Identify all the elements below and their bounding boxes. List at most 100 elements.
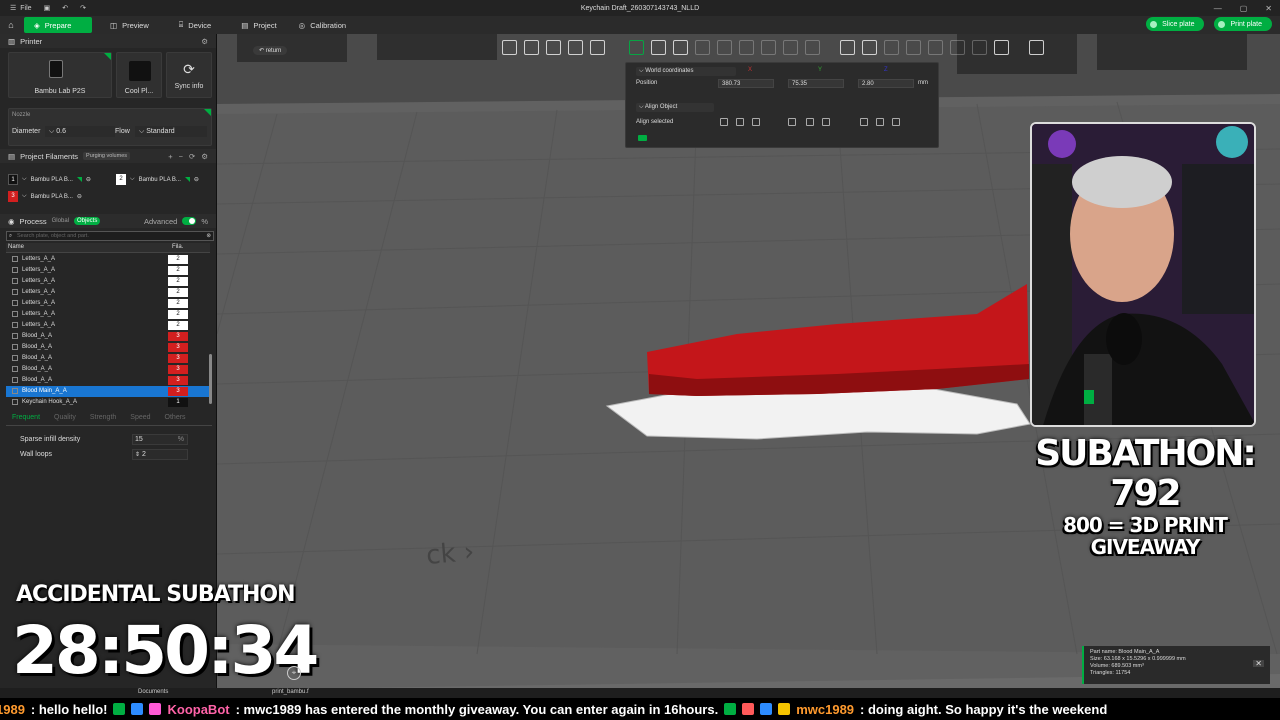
plate-card[interactable]: Cool Pl... xyxy=(116,52,162,98)
tab-prepare[interactable]: ◈ Prepare xyxy=(24,17,92,33)
object-list-row[interactable]: Letters_A_A 2 xyxy=(6,320,210,331)
distribute-center-icon[interactable] xyxy=(876,118,884,126)
object-list-row[interactable]: Blood_A_A 3 xyxy=(6,342,210,353)
diameter-select[interactable]: ⌵ 0.6 xyxy=(45,126,115,137)
slice-plate-button[interactable]: Slice plate xyxy=(1146,17,1205,31)
split-icon[interactable] xyxy=(950,39,965,55)
filament-badge[interactable]: 2 xyxy=(168,277,188,286)
filament-badge[interactable]: 2 xyxy=(168,255,188,264)
sparse-infill-input[interactable]: 15 % xyxy=(132,434,188,445)
paint-icon[interactable] xyxy=(840,39,855,55)
align-center-h-icon[interactable] xyxy=(736,118,744,126)
filament-badge[interactable]: 2 xyxy=(168,299,188,308)
objects-toggle[interactable]: Objects xyxy=(73,217,101,225)
tab-calibration[interactable]: ◎ Calibration xyxy=(289,17,356,33)
variable-layer-icon[interactable] xyxy=(972,39,987,55)
clear-search-icon[interactable]: ⊗ xyxy=(206,232,211,241)
layers-icon[interactable] xyxy=(590,39,605,55)
support-icon[interactable] xyxy=(739,39,754,55)
edit-icon[interactable] xyxy=(184,177,190,182)
minimize-icon[interactable]: — xyxy=(1214,4,1222,13)
text-icon[interactable] xyxy=(862,39,877,55)
cut-icon[interactable] xyxy=(695,39,710,55)
object-list-row[interactable]: Letters_A_A 2 xyxy=(6,298,210,309)
save-icon[interactable]: ▣ xyxy=(44,4,51,12)
sync-info-button[interactable]: ⟳ Sync info xyxy=(166,52,212,98)
tab-speed[interactable]: Speed xyxy=(130,414,150,424)
filament-badge[interactable]: 3 xyxy=(168,365,188,374)
filament-badge[interactable]: 2 xyxy=(168,288,188,297)
remove-filament-icon[interactable]: ⊖ xyxy=(77,193,82,200)
edit-icon[interactable] xyxy=(76,177,82,182)
filament-badge[interactable]: 3 xyxy=(168,376,188,385)
lay-flat-icon[interactable] xyxy=(717,39,732,55)
remove-filament-icon[interactable]: ⊖ xyxy=(86,176,91,183)
position-x-input[interactable]: 380.73 xyxy=(718,79,774,88)
arrange-icon[interactable] xyxy=(568,39,583,55)
purging-volumes-button[interactable]: Purging volumes xyxy=(83,152,130,160)
rotate-icon[interactable] xyxy=(651,39,666,55)
mesh-boolean-icon[interactable] xyxy=(805,39,820,55)
assembly-icon[interactable] xyxy=(928,39,943,55)
seam-icon[interactable] xyxy=(761,39,776,55)
return-button[interactable]: ↶ return xyxy=(253,46,288,55)
tab-strength[interactable]: Strength xyxy=(90,414,116,424)
compare-icon[interactable]: % xyxy=(201,217,208,226)
world-coords-dropdown[interactable]: ⌵ World coordinates xyxy=(636,67,736,76)
global-toggle[interactable]: Global xyxy=(52,218,69,224)
close-icon[interactable]: ✕ xyxy=(1265,4,1272,13)
distribute-h-icon[interactable] xyxy=(860,118,868,126)
object-list-row[interactable]: Letters_A_A 2 xyxy=(6,265,210,276)
tab-device[interactable]: ⌸ Device xyxy=(169,17,221,33)
home-icon[interactable]: ⌂ xyxy=(0,20,22,30)
measure-icon[interactable] xyxy=(994,39,1009,55)
maximize-icon[interactable]: ▢ xyxy=(1240,4,1248,13)
object-list-row[interactable]: Blood Main_A_A 3 xyxy=(6,386,210,397)
align-center-v-icon[interactable] xyxy=(806,118,814,126)
align-right-icon[interactable] xyxy=(752,118,760,126)
align-object-dropdown[interactable]: ⌵ Align Object xyxy=(636,103,714,112)
align-top-icon[interactable] xyxy=(788,118,796,126)
remove-filament-icon[interactable]: ⊖ xyxy=(194,176,199,183)
filament-badge[interactable]: 2 xyxy=(168,321,188,330)
remove-icon[interactable]: − xyxy=(179,152,183,161)
file-task[interactable]: print_bambu.f xyxy=(272,689,309,695)
object-list-row[interactable]: Blood_A_A 3 xyxy=(6,375,210,386)
printer-settings-icon[interactable]: ⚙ xyxy=(201,37,208,46)
tab-others[interactable]: Others xyxy=(165,414,186,424)
filament-badge[interactable]: 3 xyxy=(168,332,188,341)
filament-item-3[interactable]: 3 ⌵ Bambu PLA B... ⊖ xyxy=(8,191,108,202)
printer-card[interactable]: Bambu Lab P2S xyxy=(8,52,112,98)
filament-badge[interactable]: 2 xyxy=(168,266,188,275)
object-list-row[interactable]: Letters_A_A 2 xyxy=(6,254,210,265)
object-list-row[interactable]: Letters_A_A 2 xyxy=(6,276,210,287)
close-panel-icon[interactable]: ✕ xyxy=(1253,660,1264,668)
view-settings-icon[interactable] xyxy=(1029,39,1044,55)
redo-icon[interactable]: ↷ xyxy=(80,4,86,12)
align-left-icon[interactable] xyxy=(720,118,728,126)
object-search-input[interactable]: ⌕ Search plate, object and part. ⊗ xyxy=(6,231,214,241)
svg-icon[interactable] xyxy=(884,39,899,55)
filament-item-2[interactable]: 2 ⌵ Bambu PLA B... ⊖ xyxy=(116,174,216,185)
object-list-scrollbar[interactable] xyxy=(209,354,212,404)
object-list-row[interactable]: Keychain Hook_A_A 1 xyxy=(6,397,210,408)
filament-badge[interactable]: 3 xyxy=(168,387,188,396)
add-icon[interactable]: + xyxy=(168,152,172,161)
move-icon[interactable] xyxy=(629,39,644,55)
undo-icon[interactable]: ↶ xyxy=(62,4,68,12)
object-list-row[interactable]: Blood_A_A 3 xyxy=(6,353,210,364)
confirm-icon[interactable] xyxy=(638,135,647,141)
orient-icon[interactable] xyxy=(546,39,561,55)
filament-badge[interactable]: 3 xyxy=(168,343,188,352)
scale-icon[interactable] xyxy=(673,39,688,55)
filament-settings-icon[interactable]: ⚙ xyxy=(201,152,208,161)
filament-badge[interactable]: 2 xyxy=(168,310,188,319)
camera-icon[interactable]: ⌖ xyxy=(287,666,301,680)
object-list-row[interactable]: Blood_A_A 3 xyxy=(6,331,210,342)
position-z-input[interactable]: 2.80 xyxy=(858,79,914,88)
position-y-input[interactable]: 75.35 xyxy=(788,79,844,88)
file-menu[interactable]: File xyxy=(20,5,31,12)
add-object-icon[interactable] xyxy=(502,39,517,55)
sync-filament-icon[interactable]: ⟳ xyxy=(189,152,195,161)
documents-task[interactable]: Documents xyxy=(138,689,168,695)
